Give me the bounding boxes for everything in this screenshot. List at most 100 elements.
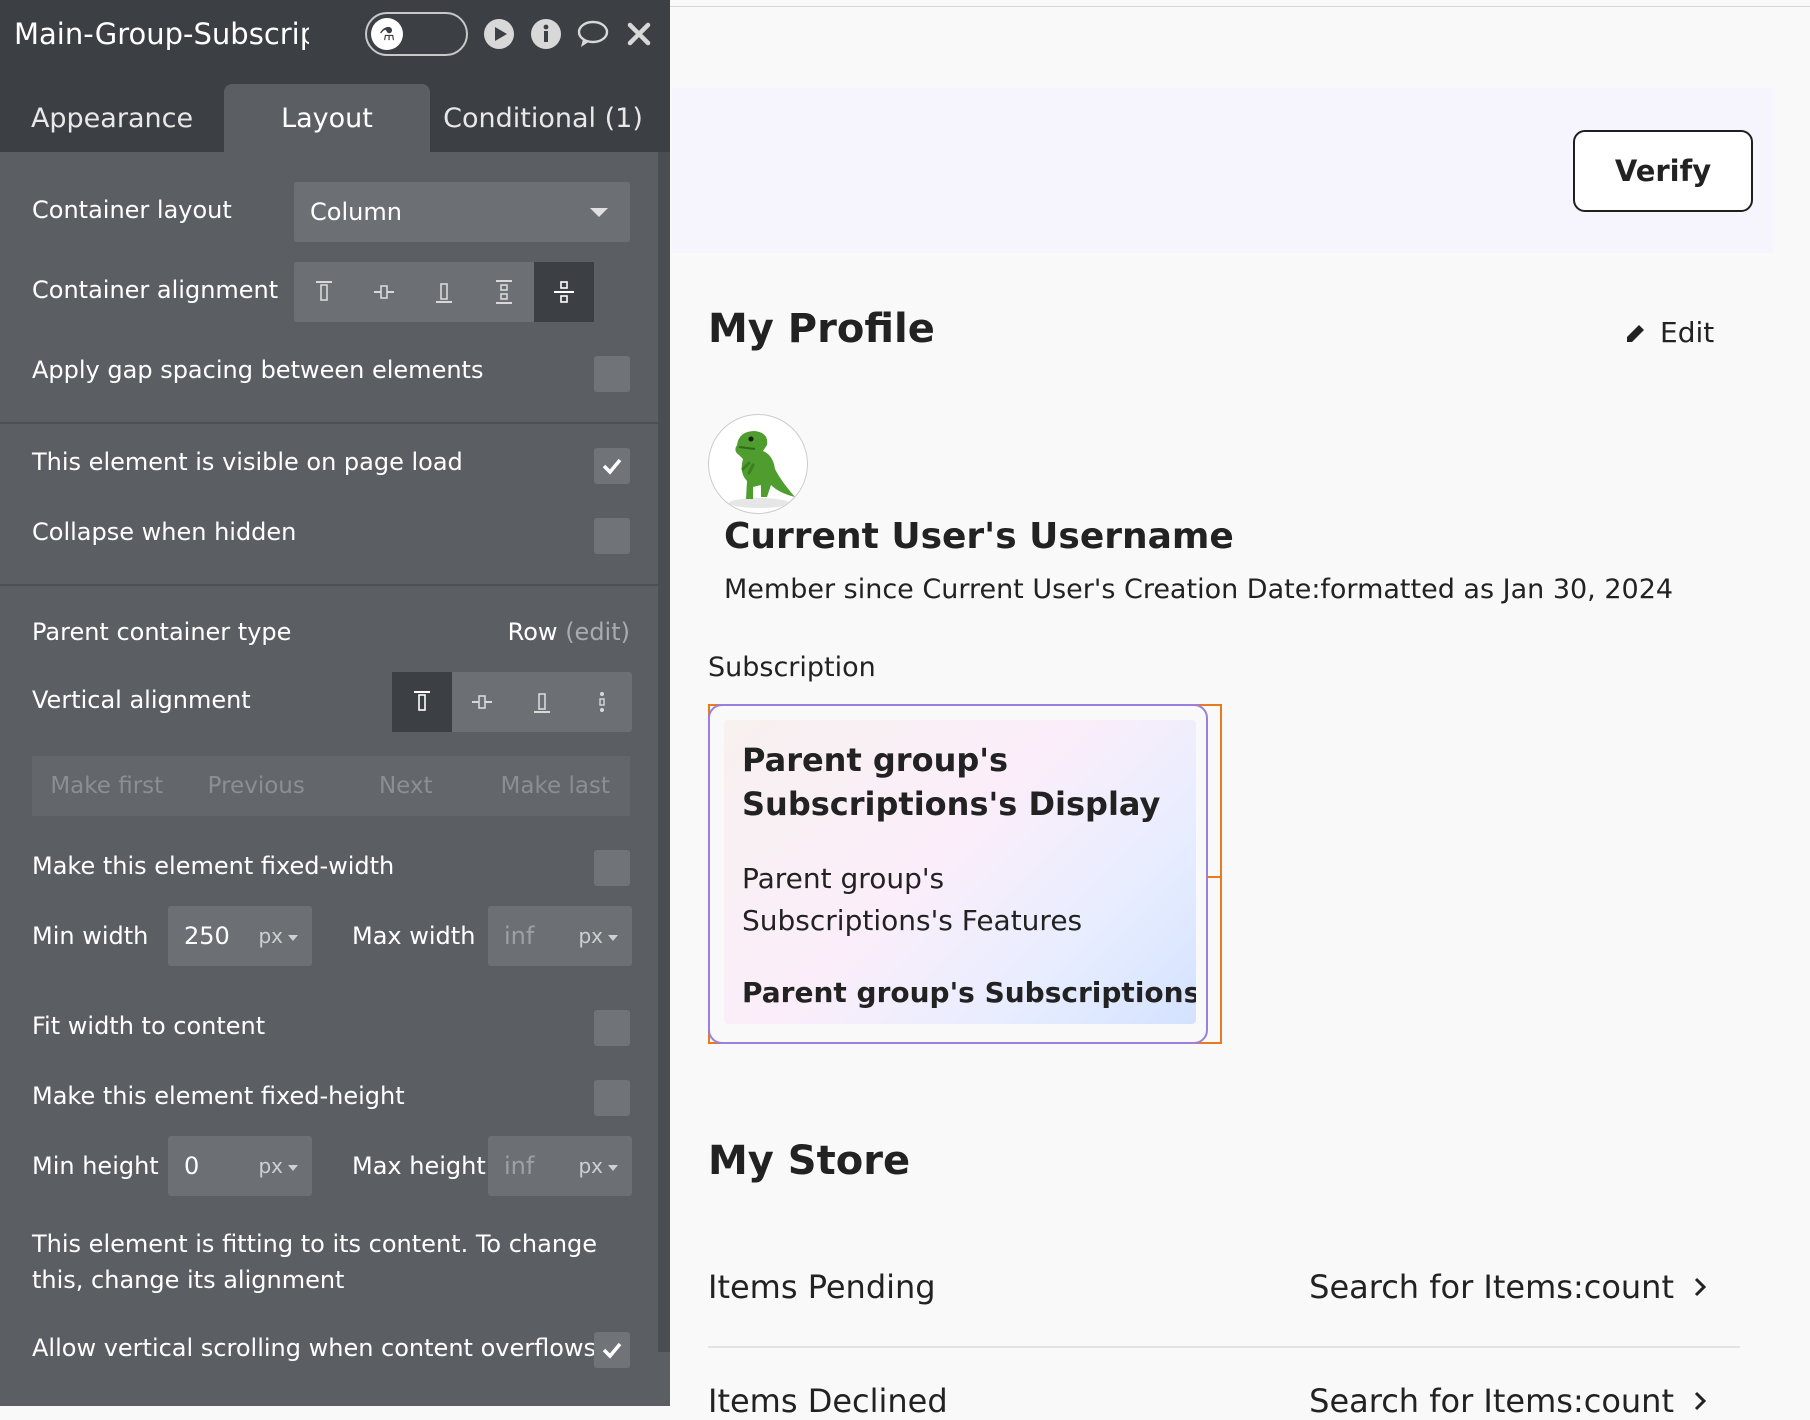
max-height-unit-select[interactable]: px [578,1154,618,1178]
element-order-bar: Make first Previous Next Make last [32,756,630,816]
section-divider [0,422,658,424]
store-row-count: Search for Items:count [1309,1382,1674,1420]
min-width-label: Min width [32,922,149,950]
chevron-right-icon [1694,1277,1707,1297]
min-height-label: Min height [32,1152,159,1180]
min-height-unit-select[interactable]: px [258,1154,298,1178]
store-row-value[interactable]: Search for Items:count [1309,1268,1712,1306]
vertical-alignment-group [392,672,632,732]
subscription-features-text: Parent group's Subscriptions's Features [742,862,1083,937]
panel-tabs: Appearance Layout Conditional (1) [0,68,670,152]
parent-container-value: Row (edit) [508,618,630,646]
min-height-value: 0 [184,1152,200,1180]
tab-conditional[interactable]: Conditional (1) [430,84,656,152]
property-editor-panel: Main-Group-Subscription ⚗ Appearance Lay… [0,0,670,1406]
username-text: Current User's Username [724,516,1234,557]
member-since-text: Member since Current User's Creation Dat… [724,574,1674,605]
play-icon[interactable] [482,16,515,52]
fit-width-checkbox[interactable] [594,1010,630,1046]
dinosaur-icon [729,431,795,508]
tab-layout[interactable]: Layout [224,84,430,152]
store-row-label: Items Pending [708,1268,936,1306]
close-icon[interactable] [623,16,656,52]
align-bottom-icon[interactable] [414,262,474,322]
subscription-card[interactable]: Parent group's Subscriptions's Display P… [724,720,1196,1024]
max-width-label: Max width [352,922,476,950]
avatar[interactable] [708,414,808,514]
container-alignment-label: Container alignment [32,276,279,304]
store-row-label: Items Declined [708,1382,948,1420]
info-icon[interactable] [529,16,562,52]
flask-icon: ⚗ [371,18,404,50]
gap-spacing-checkbox[interactable] [594,356,630,392]
vertical-scroll-checkbox[interactable] [594,1332,630,1368]
visible-on-load-checkbox[interactable] [594,448,630,484]
min-width-value: 250 [184,922,230,950]
top-divider [670,6,1810,7]
subscription-price-text: Parent group's Subscriptions's Price [742,976,1196,1009]
parent-container-edit-link[interactable]: (edit) [565,618,630,646]
fit-width-label: Fit width to content [32,1012,266,1040]
max-width-unit-select[interactable]: px [578,924,618,948]
selection-handle[interactable] [1208,876,1222,878]
container-layout-value: Column [310,198,402,226]
chevron-right-icon [1694,1391,1707,1411]
container-layout-label: Container layout [32,196,232,224]
collapse-hidden-checkbox[interactable] [594,518,630,554]
align-top-icon[interactable] [294,262,354,322]
previous-button[interactable]: Previous [182,773,332,799]
fixed-height-checkbox[interactable] [594,1080,630,1116]
valign-bottom-icon[interactable] [512,672,572,732]
section-divider [0,584,658,586]
align-center-icon[interactable] [354,262,414,322]
make-last-button[interactable]: Make last [481,773,631,799]
profile-title: My Profile [708,306,935,352]
element-name[interactable]: Main-Group-Subscription [14,17,309,51]
fixed-width-checkbox[interactable] [594,850,630,886]
min-width-input[interactable]: 250 px [168,906,312,966]
min-height-input[interactable]: 0 px [168,1136,312,1196]
next-button[interactable]: Next [331,773,481,799]
store-row-divider [708,1346,1740,1348]
valign-center-icon[interactable] [452,672,512,732]
fitting-note: This element is fitting to its content. … [32,1230,598,1294]
parent-container-type: Row [507,618,558,646]
check-icon [602,458,622,475]
parent-container-label: Parent container type [32,618,292,646]
edit-profile-button[interactable]: Edit [1624,316,1714,349]
max-width-value: inf [504,922,535,950]
store-row-count: Search for Items:count [1309,1268,1674,1306]
make-first-button[interactable]: Make first [32,773,182,799]
max-width-input[interactable]: inf px [488,906,632,966]
fixed-width-label: Make this element fixed-width [32,852,395,880]
align-distribute-icon[interactable] [534,262,594,322]
gap-spacing-label: Apply gap spacing between elements [32,356,484,384]
max-height-input[interactable]: inf px [488,1136,632,1196]
comment-icon[interactable] [576,16,609,52]
valign-stretch-icon[interactable] [572,672,632,732]
visible-on-load-label: This element is visible on page load [32,448,463,476]
tab-appearance[interactable]: Appearance [0,84,224,152]
max-height-label: Max height [352,1152,486,1180]
max-height-value: inf [504,1152,535,1180]
vertical-alignment-label: Vertical alignment [32,686,251,714]
verify-button[interactable]: Verify [1573,130,1753,212]
container-alignment-group [294,262,594,322]
debug-toggle[interactable]: ⚗ [365,12,469,56]
check-icon [602,1342,622,1359]
container-layout-select[interactable]: Column [294,182,630,242]
fixed-height-label: Make this element fixed-height [32,1082,405,1110]
edit-label: Edit [1660,316,1715,349]
align-stretch-icon[interactable] [474,262,534,322]
valign-top-icon[interactable] [392,672,452,732]
panel-header: Main-Group-Subscription ⚗ [0,0,670,68]
vertical-scroll-label: Allow vertical scrolling when content ov… [32,1334,597,1362]
subscription-label: Subscription [708,652,876,683]
store-row-value[interactable]: Search for Items:count [1309,1382,1712,1420]
min-width-unit-select[interactable]: px [258,924,298,948]
subscription-display-text: Parent group's Subscriptions's Display [742,741,1161,823]
panel-scrollbar[interactable] [658,152,670,1352]
page-canvas: Verify My Profile Edit Current User's Us… [670,0,1810,1420]
pencil-icon [1627,324,1644,342]
collapse-hidden-label: Collapse when hidden [32,518,297,546]
